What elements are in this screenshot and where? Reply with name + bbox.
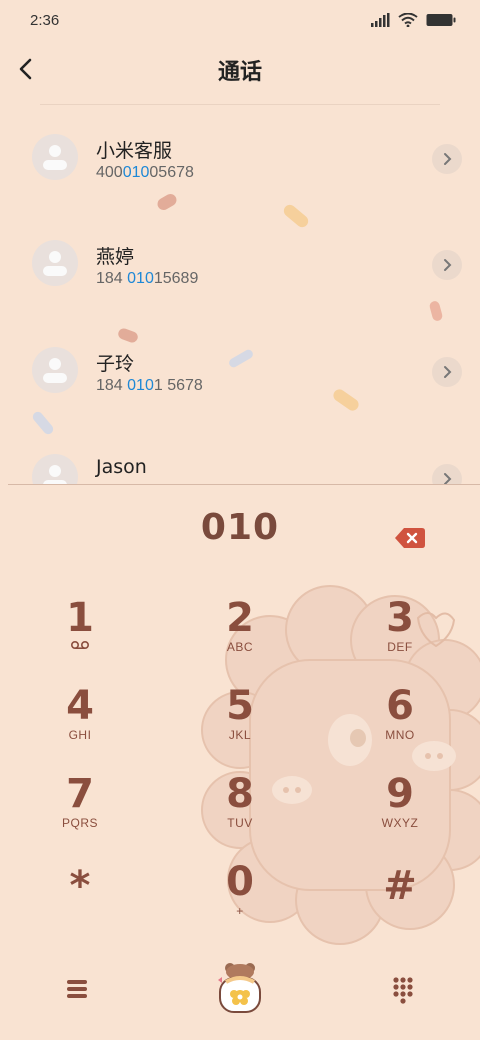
dialer-divider [8,484,480,485]
contact-name: 小米客服 [96,140,173,162]
dial-key-0[interactable]: 0 + [180,860,300,940]
status-time: 2:36 [30,11,60,29]
key-letters: PQRS [61,816,98,830]
status-icons [370,13,456,27]
dial-key-2[interactable]: 2 ABC [180,596,300,676]
avatar [32,240,78,286]
contact-list: 小米客服 40001005678 燕婷 184 01015689 子玲 184 … [0,106,480,484]
wifi-icon [398,13,418,27]
backspace-icon[interactable] [394,526,426,550]
dial-key-5[interactable]: 5 JKL [180,684,300,764]
key-digit: 0 [226,859,254,905]
key-letters: + [236,904,244,918]
key-letters: TUV [227,816,253,830]
battery-icon [426,14,456,26]
status-bar: 2:36 [0,0,480,40]
key-letters: MNO [385,728,415,742]
dial-key-1[interactable]: 1 [20,596,140,676]
dial-key-3[interactable]: 3 DEF [340,596,460,676]
contact-number: 184 01015689 [96,270,199,287]
contact-row[interactable]: 小米客服 40001005678 [0,106,480,212]
key-digit: 4 [66,683,94,729]
dial-key-9[interactable]: 9 WXYZ [340,772,460,852]
key-digit: 8 [226,771,254,817]
dial-key-6[interactable]: 6 MNO [340,684,460,764]
signal-icon [371,13,390,27]
bottom-bar [0,960,480,1040]
key-digit: 5 [226,683,254,729]
key-digit: 1 [66,595,94,641]
contact-details-button[interactable] [432,357,462,387]
key-letters: GHI [68,728,92,742]
header-divider [40,104,440,105]
back-icon[interactable] [14,56,40,82]
avatar [32,134,78,180]
contact-name: Jason [96,456,147,478]
contact-name: 子玲 [96,353,135,375]
key-letters: ABC [226,640,254,654]
key-letters: JKL [228,728,252,742]
dialpad-icon[interactable] [388,974,418,1004]
chevron-right-icon [444,153,452,165]
key-digit: 2 [226,595,254,641]
header: 通话 [0,44,480,96]
contact-name: 燕婷 [96,246,135,268]
contact-details-button[interactable] [432,464,462,484]
key-letters: WXYZ [381,816,419,830]
chevron-right-icon [444,366,452,378]
dial-key-hash[interactable]: # [340,864,460,944]
key-digit: 9 [386,771,414,817]
key-digit: 6 [386,683,414,729]
avatar [32,454,78,484]
key-digit: 7 [66,771,94,817]
contact-details-button[interactable] [432,250,462,280]
dial-key-8[interactable]: 8 TUV [180,772,300,852]
contact-details-button[interactable] [432,144,462,174]
key-digit: 3 [386,595,414,641]
dial-key-star[interactable]: * [20,864,140,944]
avatar [32,347,78,393]
key-digit: # [383,863,417,909]
voicemail-icon [71,641,89,649]
menu-icon[interactable] [62,974,92,1004]
chevron-right-icon [444,473,452,484]
contact-row[interactable]: 燕婷 184 01015689 [0,212,480,318]
contact-number: 40001005678 [96,164,194,181]
chevron-right-icon [444,259,452,271]
key-digit: * [69,863,91,909]
dial-key-7[interactable]: 7 PQRS [20,772,140,852]
dial-key-4[interactable]: 4 GHI [20,684,140,764]
contact-row[interactable]: Jason [0,426,480,484]
key-letters: DEF [387,640,413,654]
contact-number: 184 0101 5678 [96,377,203,394]
call-icon[interactable] [212,960,268,1018]
page-title: 通话 [217,60,262,85]
contact-row[interactable]: 子玲 184 0101 5678 [0,319,480,425]
